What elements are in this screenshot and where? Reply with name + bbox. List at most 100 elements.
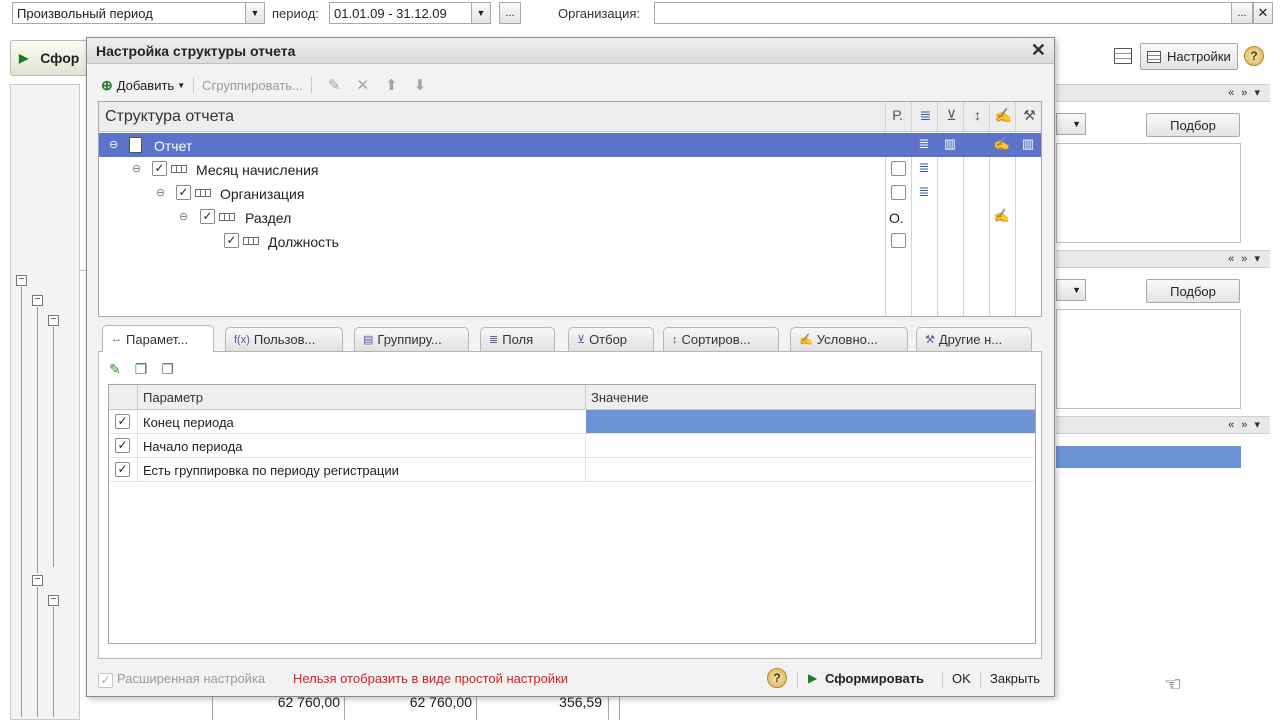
- param-checkbox[interactable]: ✓: [115, 438, 130, 453]
- tab-user-fields[interactable]: f(x) Пользов...: [225, 327, 343, 351]
- right-combo-2[interactable]: ▼: [1056, 279, 1086, 301]
- right-list-2[interactable]: [1056, 309, 1241, 409]
- close-icon: ✕: [1257, 5, 1269, 20]
- row-checkbox[interactable]: ✓: [224, 233, 239, 248]
- tab-sorting[interactable]: ↕ Сортиров...: [663, 327, 779, 351]
- tab-other-settings[interactable]: ⚒ Другие н...: [916, 327, 1032, 351]
- row-checkbox[interactable]: ✓: [200, 209, 215, 224]
- r-checkbox[interactable]: [891, 233, 906, 248]
- podbor-button-2[interactable]: Подбор: [1146, 279, 1240, 303]
- parameter-row[interactable]: ✓ Есть группировка по периоду регистраци…: [109, 458, 1035, 482]
- settings-button[interactable]: Настройки: [1140, 43, 1238, 70]
- help-icon[interactable]: ?: [767, 668, 787, 688]
- param-checkbox[interactable]: ✓: [115, 414, 130, 429]
- warning-text: Нельзя отобразить в виде простой настрой…: [293, 671, 569, 686]
- fields-icon[interactable]: ▥: [941, 136, 959, 154]
- tab-label: Отбор: [589, 332, 628, 347]
- podbor-button-1[interactable]: Подбор: [1146, 113, 1240, 137]
- collapse-icon[interactable]: ⊖: [132, 162, 141, 175]
- chevron-down-icon[interactable]: ▼: [177, 81, 185, 90]
- tab-grouping[interactable]: ▤ Группиру...: [354, 327, 469, 351]
- structure-row-position[interactable]: ✓ Должность: [99, 229, 1041, 253]
- organization-select-button[interactable]: ...: [1231, 2, 1253, 24]
- edit-icon[interactable]: ✎: [328, 76, 341, 94]
- row-checkbox[interactable]: ✓: [152, 161, 167, 176]
- conditional-icon[interactable]: ✍: [993, 208, 1011, 226]
- settings-icon: [1147, 50, 1161, 63]
- structure-row-organization[interactable]: ⊖ ✓ Организация ≣: [99, 181, 1041, 205]
- tree-line: [37, 307, 38, 573]
- tab-label: Условно...: [816, 332, 878, 347]
- tree-collapse-icon[interactable]: −: [32, 295, 43, 306]
- organization-clear-button[interactable]: ✕: [1253, 2, 1273, 24]
- tab-filter[interactable]: ⊻ Отбор: [568, 327, 654, 351]
- param-name: Конец периода: [143, 415, 234, 430]
- hand-cursor-icon: ☜: [1164, 674, 1182, 696]
- tree-collapse-icon[interactable]: −: [16, 275, 27, 286]
- r-value: О.: [889, 210, 904, 226]
- period-input[interactable]: 01.01.09 - 31.12.09: [329, 2, 472, 24]
- param-value-cell[interactable]: [586, 410, 1035, 433]
- structure-row-month[interactable]: ⊖ ✓ Месяц начисления ≣: [99, 157, 1041, 181]
- tab-parameters[interactable]: ↔ Парамет...: [102, 325, 214, 352]
- period-dropdown-button[interactable]: ▼: [471, 2, 491, 24]
- table-view-icon[interactable]: [1114, 48, 1132, 64]
- param-checkbox[interactable]: ✓: [115, 462, 130, 477]
- edit-icon[interactable]: ✎: [109, 361, 121, 378]
- right-selected-row[interactable]: [1056, 446, 1241, 468]
- parameter-row[interactable]: ✓ Конец периода: [109, 410, 1035, 434]
- close-icon[interactable]: ✕: [1031, 40, 1046, 61]
- grouping-icon[interactable]: ≣: [915, 184, 933, 202]
- collapse-icon[interactable]: ⊖: [156, 186, 165, 199]
- chevron-down-icon: ▼: [1072, 285, 1081, 295]
- move-down-icon[interactable]: ⬇: [414, 76, 427, 94]
- sort-col-icon: ↕: [974, 107, 981, 123]
- podbor-label: Подбор: [1170, 283, 1216, 299]
- period-select-button[interactable]: ...: [499, 2, 521, 24]
- ok-button[interactable]: OK: [952, 671, 971, 686]
- tab-fields[interactable]: ≣ Поля: [480, 327, 555, 351]
- structure-row-section[interactable]: ⊖ ✓ Раздел О. ✍: [99, 205, 1041, 229]
- tab-label: Пользов...: [253, 332, 316, 347]
- grouping-icon[interactable]: ≣: [915, 136, 933, 154]
- close-button[interactable]: Закрыть: [990, 671, 1040, 686]
- add-button[interactable]: Добавить: [117, 78, 174, 93]
- period-type-dropdown-button[interactable]: ▼: [245, 2, 265, 24]
- move-up-icon[interactable]: ⬆: [385, 76, 398, 94]
- tree-collapse-icon[interactable]: −: [48, 315, 59, 326]
- tree-collapse-icon[interactable]: −: [48, 595, 59, 606]
- generate-report-button[interactable]: ▶ Сфор: [10, 40, 90, 76]
- tree-collapse-icon[interactable]: −: [32, 575, 43, 586]
- organization-input[interactable]: [654, 2, 1232, 24]
- nav-arrows[interactable]: « » ▾: [1228, 252, 1262, 265]
- generate-button[interactable]: Сформировать: [825, 671, 924, 686]
- collapse-icon[interactable]: ⊖: [179, 210, 188, 223]
- conditional-icon[interactable]: ✍: [993, 136, 1011, 154]
- check-all-icon[interactable]: ❐: [135, 361, 148, 378]
- grouping-icon[interactable]: ≣: [915, 160, 933, 178]
- nav-arrows[interactable]: « » ▾: [1228, 86, 1262, 99]
- tab-conditional[interactable]: ✍ Условно...: [790, 327, 908, 351]
- right-list-1[interactable]: [1056, 143, 1241, 243]
- filter-icon: ⊻: [577, 334, 586, 346]
- collapse-icon[interactable]: ⊖: [109, 138, 118, 151]
- help-icon[interactable]: ?: [1244, 46, 1264, 66]
- chevron-down-icon: ▼: [1072, 119, 1081, 129]
- right-combo-1[interactable]: ▼: [1056, 113, 1086, 135]
- nav-arrows[interactable]: « » ▾: [1228, 418, 1262, 431]
- group-button[interactable]: Сгруппировать...: [202, 78, 303, 93]
- structure-row-report[interactable]: ⊖ Отчет ≣ ▥ ✍ ▥: [99, 133, 1041, 157]
- other-settings-icon: ⚒: [925, 334, 935, 346]
- delete-icon[interactable]: ✕: [356, 76, 369, 94]
- col-value-header: Значение: [591, 390, 649, 405]
- parameters-tab-panel: ✎ ❐ ❐ Параметр Значение ✓ Конец периода …: [98, 351, 1042, 659]
- r-checkbox[interactable]: [891, 161, 906, 176]
- period-type-select[interactable]: Произвольный период: [12, 2, 246, 24]
- extended-settings-checkbox[interactable]: ✓: [98, 673, 113, 688]
- grouping-row-icon: [171, 165, 187, 173]
- other-settings-icon[interactable]: ▥: [1019, 136, 1037, 154]
- parameter-row[interactable]: ✓ Начало периода: [109, 434, 1035, 458]
- row-checkbox[interactable]: ✓: [176, 185, 191, 200]
- r-checkbox[interactable]: [891, 185, 906, 200]
- uncheck-all-icon[interactable]: ❐: [161, 361, 174, 378]
